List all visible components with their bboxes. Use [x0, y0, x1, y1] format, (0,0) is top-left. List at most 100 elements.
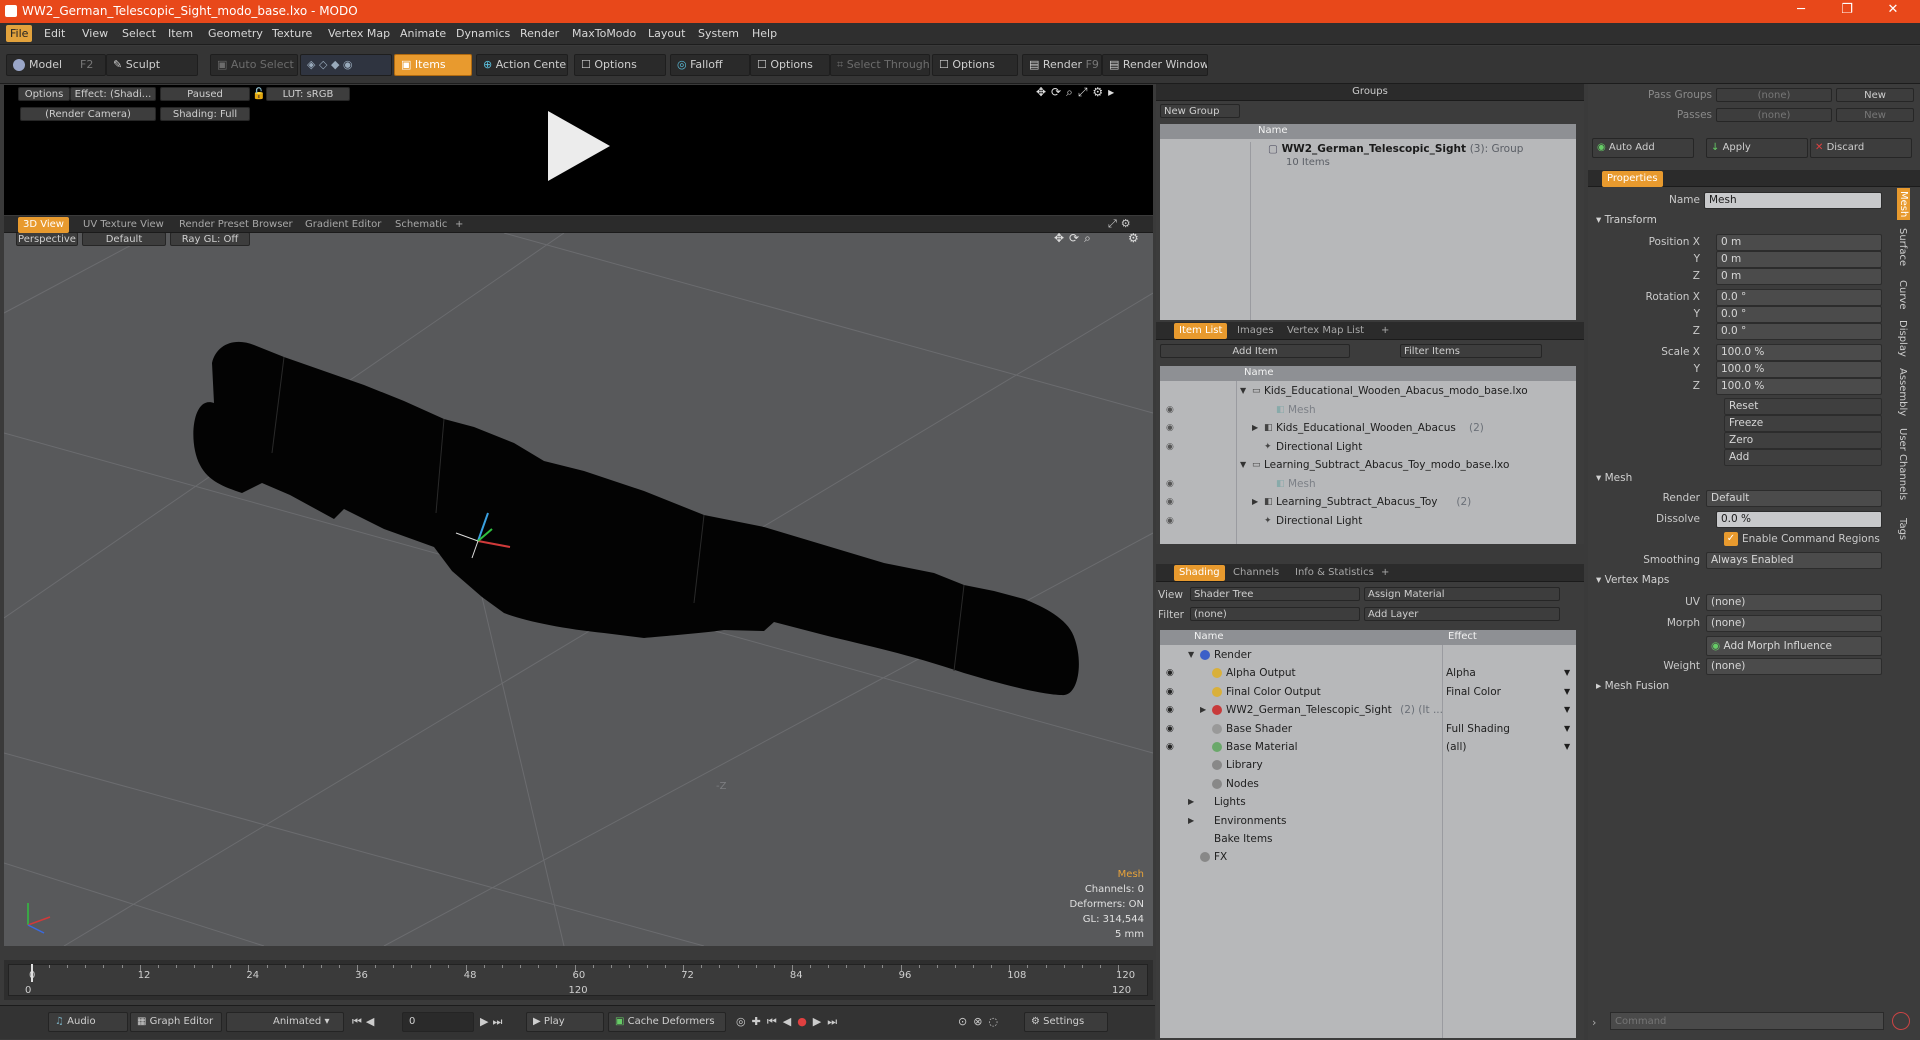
visibility-eye-icon[interactable]: ◉ — [1166, 701, 1174, 719]
add-tab-button[interactable]: + — [1376, 323, 1394, 339]
view-tab-icons[interactable]: ⤢⚙ — [1108, 217, 1135, 231]
side-tab-user-channels[interactable]: User Channels — [1897, 428, 1908, 500]
render-dropdown[interactable]: Default — [1706, 490, 1882, 507]
animated-dropdown[interactable]: Animated ▾ — [226, 1012, 344, 1032]
shader-tree-row[interactable]: Library — [1160, 756, 1576, 774]
smoothing-dropdown[interactable]: Always Enabled — [1706, 552, 1882, 569]
position-z-input[interactable]: 0 m — [1716, 268, 1882, 285]
shader-effect-value[interactable]: Final Color — [1446, 683, 1501, 701]
side-tab-curve[interactable]: Curve — [1897, 280, 1908, 310]
shader-tree-row[interactable]: ▼ Render — [1160, 646, 1576, 664]
raygl-dropdown[interactable]: Ray GL: Off — [170, 233, 250, 246]
shader-tree-row[interactable]: FX — [1160, 848, 1576, 866]
menu-edit[interactable]: Edit — [44, 27, 65, 40]
render-camera-dropdown[interactable]: (Render Camera) — [20, 107, 156, 121]
shader-tree-row[interactable]: ▶ Lights — [1160, 793, 1576, 811]
viewport-nav-icons[interactable]: ✥⟳⌕ — [1054, 233, 1096, 246]
visibility-eye-icon[interactable]: ◉ — [1166, 683, 1174, 701]
vertex-maps-section[interactable]: ▾ Vertex Maps — [1596, 574, 1669, 586]
shader-effect-value[interactable]: Full Shading — [1446, 720, 1510, 738]
render-button[interactable]: ▤ Render F9 — [1022, 54, 1102, 76]
falloff-button[interactable]: ◎ Falloff — [670, 54, 750, 76]
chevron-down-icon[interactable]: ▼ — [1564, 720, 1570, 738]
visibility-eye-icon[interactable]: ◉ — [1166, 419, 1174, 437]
menu-system[interactable]: System — [698, 27, 739, 40]
select-through-button[interactable]: ⌗ Select Through — [830, 54, 930, 76]
visibility-eye-icon[interactable]: ◉ — [1166, 475, 1174, 493]
new-pass-group-button[interactable]: New — [1836, 88, 1914, 102]
chevron-down-icon[interactable]: ▼ — [1564, 701, 1570, 719]
shader-tree-row[interactable]: Nodes — [1160, 775, 1576, 793]
play-button[interactable]: ▶ Play — [526, 1012, 604, 1032]
add-layer-dropdown[interactable]: Add Layer — [1364, 607, 1560, 621]
lock-icon[interactable]: 🔓 — [252, 87, 266, 100]
timeline-playhead[interactable] — [31, 964, 33, 982]
tab-render-preset-browser[interactable]: Render Preset Browser — [174, 217, 298, 233]
select-through-options-button[interactable]: ☐ Options — [932, 54, 1018, 76]
freeze-dropdown[interactable]: Freeze — [1724, 415, 1882, 432]
key-filter-icons[interactable]: ⊙⊗◌ — [958, 1015, 1004, 1028]
render-window-button[interactable]: ▤ Render Window — [1102, 54, 1208, 76]
expand-arrow-icon[interactable]: ▶ — [1252, 419, 1258, 437]
scale-y-input[interactable]: 100.0 % — [1716, 361, 1882, 378]
transport-back-icons[interactable]: ⏮◀ — [352, 1015, 378, 1029]
tab-shading[interactable]: Shading — [1174, 565, 1225, 581]
menu-select[interactable]: Select — [122, 27, 156, 40]
auto-select-button[interactable]: ▣ Auto Select — [210, 54, 298, 76]
lut-dropdown[interactable]: LUT: sRGB — [266, 87, 350, 101]
add-tab-button[interactable]: + — [450, 217, 468, 233]
play-icon[interactable] — [544, 111, 614, 181]
tab-vertex-map-list[interactable]: Vertex Map List — [1282, 323, 1369, 339]
uv-dropdown[interactable]: (none) — [1706, 594, 1882, 611]
maximize-button[interactable]: ❐ — [1824, 2, 1870, 17]
shader-tree-row[interactable]: ◉ Base Material (all) ▼ — [1160, 738, 1576, 756]
weight-dropdown[interactable]: (none) — [1706, 658, 1882, 675]
expand-arrow-icon[interactable]: ▼ — [1188, 646, 1194, 664]
items-mode-button[interactable]: ▣ Items — [394, 54, 472, 76]
tab-gradient-editor[interactable]: Gradient Editor — [300, 217, 386, 233]
item-list[interactable]: Name ▼ ▭ Kids_Educational_Wooden_Abacus_mo… — [1160, 366, 1576, 544]
filter-items-input[interactable]: Filter Items — [1400, 344, 1542, 358]
name-input[interactable]: Mesh — [1704, 192, 1882, 209]
action-center-options-button[interactable]: ☐ Options — [574, 54, 666, 76]
shader-tree-row[interactable]: Bake Items — [1160, 830, 1576, 848]
dissolve-input[interactable]: 0.0 % — [1716, 511, 1882, 528]
menu-maxtomodo[interactable]: MaxToModo — [572, 27, 636, 40]
rotation-z-input[interactable]: 0.0 ° — [1716, 323, 1882, 340]
shader-effect-value[interactable]: Alpha — [1446, 664, 1476, 682]
minimize-button[interactable]: ─ — [1778, 2, 1824, 17]
scale-x-input[interactable]: 100.0 % — [1716, 344, 1882, 361]
tab-images[interactable]: Images — [1232, 323, 1279, 339]
side-tab-tags[interactable]: Tags — [1897, 518, 1908, 540]
menu-layout[interactable]: Layout — [648, 27, 685, 40]
side-tab-assembly[interactable]: Assembly — [1897, 368, 1908, 416]
tab-3d-view[interactable]: 3D View — [18, 217, 69, 233]
chevron-down-icon[interactable]: ▼ — [1564, 738, 1570, 756]
graph-editor-button[interactable]: ▦ Graph Editor — [130, 1012, 222, 1032]
add-dropdown[interactable]: Add — [1724, 449, 1882, 466]
rotation-x-input[interactable]: 0.0 ° — [1716, 289, 1882, 306]
menu-item[interactable]: Item — [168, 27, 193, 40]
menu-help[interactable]: Help — [752, 27, 777, 40]
list-item[interactable]: ◉ ▶ ◧ Kids_Educational_Wooden_Abacus (2) — [1160, 419, 1576, 437]
expand-arrow-icon[interactable]: ▶ — [1188, 793, 1194, 811]
side-tab-surface[interactable]: Surface — [1897, 228, 1908, 266]
side-tab-display[interactable]: Display — [1897, 320, 1908, 357]
position-x-input[interactable]: 0 m — [1716, 234, 1882, 251]
list-item[interactable]: ◉ ✦ Directional Light — [1160, 512, 1576, 530]
shader-tree-row[interactable]: ◉ Final Color Output Final Color ▼ — [1160, 683, 1576, 701]
enable-command-regions-checkbox[interactable]: ✓ — [1724, 532, 1738, 546]
pass-groups-dropdown[interactable]: (none) — [1716, 88, 1832, 102]
preview-nav-icons[interactable]: ✥⟳⌕⤢⚙▸ — [1036, 85, 1119, 100]
apply-button[interactable]: ↓ Apply — [1706, 138, 1808, 158]
menu-animate[interactable]: Animate — [400, 27, 446, 40]
viewport-settings-icon[interactable]: ⚙ — [1128, 233, 1139, 245]
expand-arrow-icon[interactable]: ▼ — [1240, 382, 1246, 400]
key-tools-icons[interactable]: ◎✚⏮◀●▶⏭ — [736, 1015, 843, 1029]
preview-options-button[interactable]: Options — [18, 87, 70, 101]
menu-dynamics[interactable]: Dynamics — [456, 27, 510, 40]
zero-dropdown[interactable]: Zero — [1724, 432, 1882, 449]
menu-geometry[interactable]: Geometry — [208, 27, 263, 40]
command-input[interactable] — [1610, 1012, 1884, 1030]
add-item-dropdown[interactable]: Add Item — [1160, 344, 1350, 358]
